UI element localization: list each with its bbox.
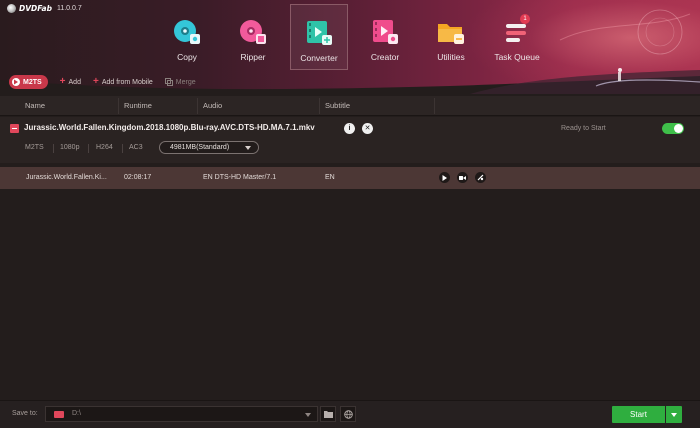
column-subtitle[interactable]: Subtitle: [325, 101, 350, 110]
globe-icon: [343, 409, 353, 419]
track-audio[interactable]: EN DTS-HD Master/7.1: [203, 174, 276, 181]
profile-selector-button[interactable]: M2TS: [9, 75, 48, 89]
task-queue-badge: 1: [520, 14, 530, 24]
track-runtime: 02:08:17: [124, 174, 152, 181]
tab-task-queue[interactable]: 1 Task Queue: [488, 4, 546, 70]
merge-button[interactable]: Merge: [164, 78, 196, 86]
arrow-right-icon: [12, 78, 20, 86]
track-subtitle[interactable]: EN: [325, 174, 335, 181]
tab-utilities-label: Utilities: [437, 52, 465, 62]
copy-disc-icon: [174, 20, 200, 44]
toolbar: M2TS + Add + Add from Mobile Merge: [0, 72, 196, 92]
brand: DVDFab 11.0.0.7: [7, 4, 82, 13]
meta-divider: [122, 144, 123, 153]
column-runtime[interactable]: Runtime: [124, 101, 152, 110]
output-size-dropdown[interactable]: 4981MB(Standard): [159, 141, 259, 154]
add-label: Add: [68, 78, 81, 86]
video-codec: H264: [96, 144, 113, 151]
module-tabs: Copy Ripper Converter Creator Utilities …: [158, 4, 554, 70]
folder-open-icon: [323, 410, 333, 418]
enable-toggle[interactable]: [662, 123, 684, 134]
tab-utilities[interactable]: Utilities: [422, 4, 480, 70]
start-button[interactable]: Start: [612, 406, 665, 423]
chevron-down-icon: [305, 413, 311, 417]
collapse-title-icon[interactable]: [10, 124, 19, 133]
tab-converter[interactable]: Converter: [290, 4, 348, 70]
edit-video-icon[interactable]: [457, 172, 468, 183]
merge-icon: [164, 78, 173, 86]
play-icon[interactable]: [439, 172, 450, 183]
app-version: 11.0.0.7: [56, 5, 82, 12]
column-divider: [197, 98, 198, 114]
ripper-disc-icon: [240, 20, 266, 44]
meta-divider: [53, 144, 54, 153]
tab-copy-label: Copy: [177, 52, 197, 62]
title-track-row[interactable]: Jurassic.World.Fallen.Ki... 02:08:17 EN …: [0, 167, 700, 189]
plus-icon: +: [59, 76, 66, 87]
browse-folder-button[interactable]: [320, 406, 336, 422]
utilities-folder-icon: [438, 24, 464, 44]
save-path-value: D:\: [72, 410, 81, 417]
audio-codec: AC3: [129, 144, 143, 151]
web-button[interactable]: [340, 406, 356, 422]
tab-creator-label: Creator: [370, 52, 400, 62]
column-divider: [118, 98, 119, 114]
source-file-name: Jurassic.World.Fallen.Kingdom.2018.1080p…: [24, 123, 315, 132]
column-divider: [434, 98, 435, 114]
meta-divider: [88, 144, 89, 153]
tab-copy[interactable]: Copy: [158, 4, 216, 70]
profile-label: M2TS: [23, 78, 42, 86]
tab-creator[interactable]: Creator: [356, 4, 414, 70]
track-name: Jurassic.World.Fallen.Ki...: [26, 174, 107, 181]
tab-ripper[interactable]: Ripper: [224, 4, 282, 70]
save-path-dropdown[interactable]: D:\: [45, 406, 318, 422]
output-size-value: 4981MB(Standard): [170, 144, 230, 151]
bottom-bar: Save to: D:\ Start: [0, 400, 700, 428]
brand-name: DVDFab: [19, 4, 52, 13]
tab-converter-label: Converter: [300, 53, 338, 63]
title-row: Jurassic.World.Fallen.Kingdom.2018.1080p…: [0, 117, 700, 163]
tab-task-queue-label: Task Queue: [494, 52, 540, 62]
status-text: Ready to Start: [561, 125, 606, 132]
tab-ripper-label: Ripper: [240, 52, 266, 62]
plus-icon: +: [92, 76, 99, 87]
advanced-settings-icon[interactable]: [475, 172, 486, 183]
folder-icon: [54, 411, 64, 418]
column-headers: Name Runtime Audio Subtitle: [0, 96, 700, 116]
output-resolution: 1080p: [60, 144, 80, 151]
start-options-dropdown[interactable]: [666, 406, 682, 423]
chevron-down-icon: [245, 146, 251, 150]
save-to-label: Save to:: [12, 410, 38, 417]
column-name[interactable]: Name: [25, 101, 45, 110]
column-divider: [319, 98, 320, 114]
output-format: M2TS: [25, 144, 44, 151]
add-from-mobile-label: Add from Mobile: [101, 78, 153, 86]
close-icon[interactable]: ✕: [362, 123, 373, 134]
add-button[interactable]: + Add: [59, 76, 81, 87]
merge-label: Merge: [175, 78, 196, 86]
add-from-mobile-button[interactable]: + Add from Mobile: [92, 76, 153, 87]
column-audio[interactable]: Audio: [203, 101, 222, 110]
header-banner: DVDFab 11.0.0.7 Copy Ripper Converter Cr…: [0, 0, 700, 94]
converter-film-icon: [307, 21, 332, 45]
dvdfab-logo-icon: [7, 4, 16, 13]
creator-film-icon: [373, 20, 398, 44]
info-icon[interactable]: i: [344, 123, 355, 134]
